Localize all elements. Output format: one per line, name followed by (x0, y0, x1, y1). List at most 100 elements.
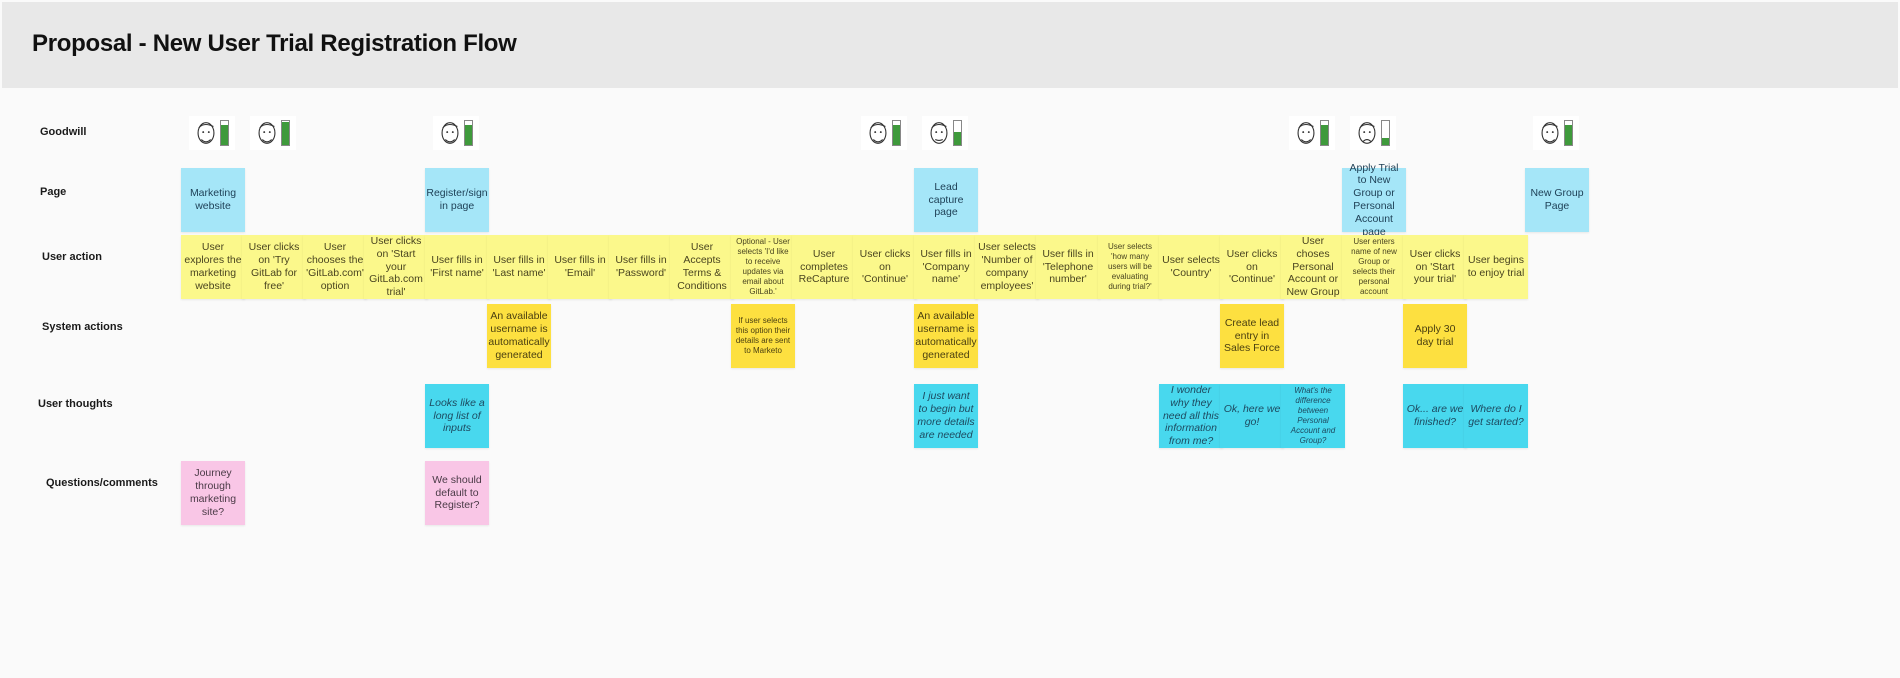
user-action-card[interactable]: User explores the marketing website (181, 235, 245, 299)
user-action-card[interactable]: User selects 'how many users will be eva… (1098, 235, 1162, 299)
user-thought-card[interactable]: Ok, here we go! (1220, 384, 1284, 448)
goodwill-meter-fill (282, 122, 289, 145)
user-thought-card-text: Ok... are we finished? (1406, 403, 1464, 428)
goodwill-meter-fill (1565, 124, 1572, 145)
user-action-card[interactable]: User choses Personal Account or New Grou… (1281, 235, 1345, 299)
row-label-user-action: User action (42, 251, 102, 263)
face-happy-icon (441, 122, 459, 144)
user-thought-card[interactable]: Where do I get started? (1464, 384, 1528, 448)
user-action-card[interactable]: User clicks on 'Continue' (853, 235, 917, 299)
page-card-text: Lead capture page (928, 180, 964, 219)
goodwill-meter-fill (221, 124, 228, 145)
row-label-user-thoughts: User thoughts (38, 398, 113, 410)
goodwill-indicator (1533, 116, 1579, 150)
goodwill-indicator (922, 116, 968, 150)
user-action-card[interactable]: User begins to enjoy trial (1464, 235, 1528, 299)
face-sad-icon (1358, 122, 1376, 144)
system-action-card-text: An available username is automatically g… (488, 310, 550, 361)
face-neutral-icon (930, 122, 948, 144)
system-action-card[interactable]: Apply 30 day trial (1403, 304, 1467, 368)
user-action-card-text: User selects 'Country' (1162, 254, 1220, 279)
face-happy-icon (1297, 122, 1315, 144)
user-thought-card-text: Ok, here we go! (1223, 403, 1281, 428)
page-card[interactable]: Marketing website (181, 168, 245, 232)
user-action-card-text: User clicks on 'Start your GitLab.com tr… (369, 235, 423, 299)
goodwill-indicator (1289, 116, 1335, 150)
user-action-card[interactable]: User clicks on 'Start your trial' (1403, 235, 1467, 299)
page-card[interactable]: Lead capture page (914, 168, 978, 232)
page-card[interactable]: New Group Page (1525, 168, 1589, 232)
face-happy-icon (197, 122, 215, 144)
user-action-card[interactable]: User Accepts Terms & Conditions (670, 235, 734, 299)
user-action-card-text: User fills in 'Telephone number' (1042, 247, 1094, 286)
user-thought-card[interactable]: I just want to begin but more details ar… (914, 384, 978, 448)
comment-card-text: Journey through marketing site? (189, 467, 237, 518)
user-action-card-text: User fills in 'Company name' (920, 247, 972, 286)
user-action-card[interactable]: User fills in 'Last name' (487, 235, 551, 299)
user-action-card-text: User explores the marketing website (184, 241, 242, 292)
page-title: Proposal - New User Trial Registration F… (32, 30, 517, 57)
user-action-card[interactable]: User clicks on 'Continue' (1220, 235, 1284, 299)
row-label-page: Page (40, 186, 67, 198)
user-action-card[interactable]: Optional - User selects 'I'd like to rec… (731, 235, 795, 299)
user-action-card-text: User fills in 'Email' (554, 254, 606, 279)
user-action-card-text: User Accepts Terms & Conditions (677, 241, 727, 292)
comment-card-text: We should default to Register? (432, 473, 482, 512)
goodwill-meter (953, 120, 962, 146)
user-thought-card[interactable]: What's the difference between Personal A… (1281, 384, 1345, 448)
system-action-card-text: Create lead entry in Sales Force (1223, 316, 1281, 355)
page-card-text: New Group Page (1530, 187, 1584, 212)
user-action-card-text: User choses Personal Account or New Grou… (1286, 235, 1340, 299)
goodwill-meter (281, 120, 290, 146)
goodwill-meter (1564, 120, 1573, 146)
goodwill-indicator (433, 116, 479, 150)
user-action-card[interactable]: User fills in 'First name' (425, 235, 489, 299)
user-action-card-text: User clicks on 'Continue' (859, 247, 911, 286)
system-action-card-text: If user selects this option their detail… (735, 316, 791, 355)
user-action-card-text: User fills in 'First name' (430, 254, 484, 279)
goodwill-meter (1381, 120, 1390, 146)
user-action-card[interactable]: User selects 'Number of company employee… (975, 235, 1039, 299)
goodwill-indicator (189, 116, 235, 150)
user-action-card[interactable]: User selects 'Country' (1159, 235, 1223, 299)
user-thought-card[interactable]: I wonder why they need all this informat… (1159, 384, 1223, 448)
user-thought-card[interactable]: Looks like a long list of inputs (425, 384, 489, 448)
goodwill-meter-fill (893, 124, 900, 145)
user-thought-card-text: I wonder why they need all this informat… (1162, 384, 1220, 448)
goodwill-indicator (250, 116, 296, 150)
header-bar: Proposal - New User Trial Registration F… (2, 2, 1898, 88)
user-action-card[interactable]: User fills in 'Email' (548, 235, 612, 299)
system-action-card[interactable]: If user selects this option their detail… (731, 304, 795, 368)
user-thought-card-text: I just want to begin but more details ar… (917, 390, 975, 441)
goodwill-meter-fill (1321, 124, 1328, 145)
system-action-card[interactable]: Create lead entry in Sales Force (1220, 304, 1284, 368)
goodwill-meter (1320, 120, 1329, 146)
system-action-card-text: An available username is automatically g… (915, 310, 977, 361)
user-action-card[interactable]: User clicks on 'Start your GitLab.com tr… (364, 235, 428, 299)
user-action-card-text: User fills in 'Password' (615, 254, 667, 279)
page-card[interactable]: Apply Trial to New Group or Personal Acc… (1342, 162, 1406, 238)
user-action-card[interactable]: User fills in 'Telephone number' (1036, 235, 1100, 299)
user-thought-card[interactable]: Ok... are we finished? (1403, 384, 1467, 448)
comment-card[interactable]: Journey through marketing site? (181, 461, 245, 525)
goodwill-meter (220, 120, 229, 146)
user-action-card[interactable]: User fills in 'Password' (609, 235, 673, 299)
system-action-card[interactable]: An available username is automatically g… (487, 304, 551, 368)
goodwill-meter-fill (954, 131, 961, 145)
user-action-card-text: User fills in 'Last name' (492, 254, 546, 279)
user-action-card-text: User clicks on 'Try GitLab for free' (248, 241, 300, 292)
page-card[interactable]: Register/sign in page (425, 168, 489, 232)
user-action-card[interactable]: User fills in 'Company name' (914, 235, 978, 299)
user-action-card[interactable]: User enters name of new Group or selects… (1342, 235, 1406, 299)
user-action-card[interactable]: User chooses the 'GitLab.com' option (303, 235, 367, 299)
user-action-card-text: User clicks on 'Start your trial' (1409, 247, 1461, 286)
page-card-text: Register/sign in page (426, 187, 488, 212)
user-thought-card-text: What's the difference between Personal A… (1290, 386, 1336, 445)
face-happy-icon (258, 122, 276, 144)
user-action-card[interactable]: User completes ReCapture (792, 235, 856, 299)
user-action-card-text: User completes ReCapture (798, 247, 850, 286)
comment-card[interactable]: We should default to Register? (425, 461, 489, 525)
goodwill-meter-fill (1382, 137, 1389, 145)
user-action-card[interactable]: User clicks on 'Try GitLab for free' (242, 235, 306, 299)
system-action-card[interactable]: An available username is automatically g… (914, 304, 978, 368)
